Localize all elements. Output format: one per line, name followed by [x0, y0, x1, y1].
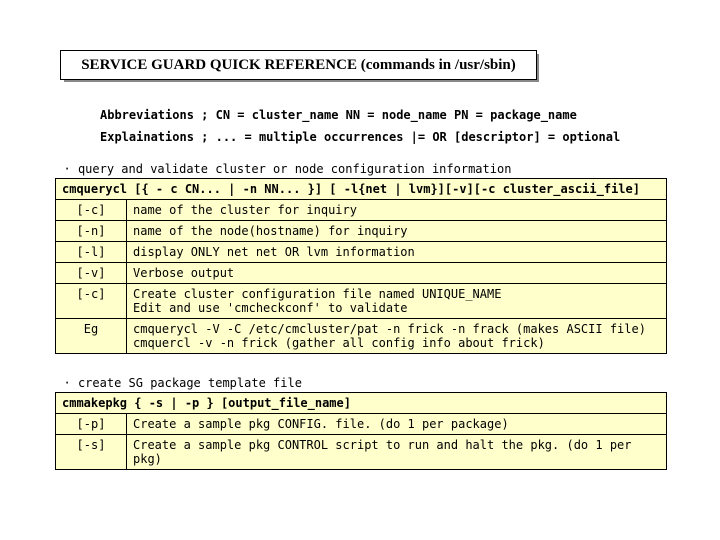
- flag-cell: [-l]: [56, 242, 127, 263]
- desc-cell: name of the cluster for inquiry: [127, 200, 667, 221]
- flag-cell: [-c]: [56, 284, 127, 319]
- explanations-line: Explainations ; ... = multiple occurrenc…: [100, 130, 660, 144]
- command-syntax: cmmakepkg { -s | -p } [output_file_name]: [56, 393, 667, 414]
- desc-cell: cmquerycl -V -C /etc/cmcluster/pat -n fr…: [127, 319, 667, 354]
- desc-cell: Create cluster configuration file named …: [127, 284, 667, 319]
- flag-cell: [-p]: [56, 414, 127, 435]
- table-caption: · query and validate cluster or node con…: [56, 162, 667, 179]
- flag-cell: [-v]: [56, 263, 127, 284]
- title-container: SERVICE GUARD QUICK REFERENCE (commands …: [60, 50, 535, 80]
- desc-cell: Create a sample pkg CONFIG. file. (do 1 …: [127, 414, 667, 435]
- table-row: [-c]Create cluster configuration file na…: [56, 284, 667, 319]
- desc-cell: name of the node(hostname) for inquiry: [127, 221, 667, 242]
- abbreviations-line: Abbreviations ; CN = cluster_name NN = n…: [100, 108, 660, 122]
- cmquerycl-table: · query and validate cluster or node con…: [55, 162, 667, 354]
- desc-cell: Create a sample pkg CONTROL script to ru…: [127, 435, 667, 470]
- table-row: [-v]Verbose output: [56, 263, 667, 284]
- flag-cell: Eg: [56, 319, 127, 354]
- table-row: [-l]display ONLY net net OR lvm informat…: [56, 242, 667, 263]
- flag-cell: [-n]: [56, 221, 127, 242]
- flag-cell: [-s]: [56, 435, 127, 470]
- desc-cell: Verbose output: [127, 263, 667, 284]
- table-row: Egcmquerycl -V -C /etc/cmcluster/pat -n …: [56, 319, 667, 354]
- command-syntax: cmquerycl [{ - c CN... | -n NN... }] [ -…: [56, 179, 667, 200]
- page-title: SERVICE GUARD QUICK REFERENCE (commands …: [60, 50, 537, 80]
- flag-cell: [-c]: [56, 200, 127, 221]
- table-row: [-n]name of the node(hostname) for inqui…: [56, 221, 667, 242]
- table-row: [-c]name of the cluster for inquiry: [56, 200, 667, 221]
- table-row: [-s]Create a sample pkg CONTROL script t…: [56, 435, 667, 470]
- table-row: [-p]Create a sample pkg CONFIG. file. (d…: [56, 414, 667, 435]
- desc-cell: display ONLY net net OR lvm information: [127, 242, 667, 263]
- definitions-block: Abbreviations ; CN = cluster_name NN = n…: [100, 108, 660, 144]
- table-caption: · create SG package template file: [56, 376, 667, 393]
- cmmakepkg-table: · create SG package template file cmmake…: [55, 376, 667, 470]
